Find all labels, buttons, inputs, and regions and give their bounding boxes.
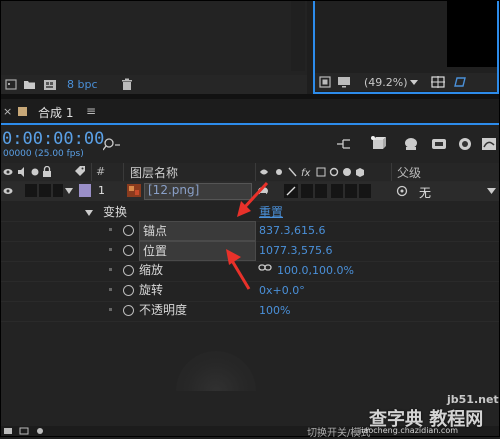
prop-dot-0 (109, 228, 112, 231)
position-value[interactable]: 1077.3,575.6 (259, 242, 332, 260)
layer-number: 1 (98, 184, 105, 197)
layer-3d-switch[interactable] (359, 184, 371, 198)
parent-value[interactable]: 无 (419, 184, 431, 201)
frame-blending-icon[interactable] (431, 136, 447, 152)
composition-label-swatch (18, 107, 27, 116)
column-layer-name[interactable]: 图层名称 (130, 164, 178, 181)
timeline-panel: × 合成 1 ≡ 0:00:00:00 00000 (25.00 fps) # … (1, 99, 499, 439)
snapshot-icon[interactable] (319, 76, 331, 88)
trash-icon[interactable] (121, 78, 133, 91)
zoom-level[interactable]: (49.2%) (364, 76, 408, 89)
bottom-icon-2[interactable] (19, 427, 29, 435)
scale-value[interactable]: 100.0,100.0% (277, 262, 354, 280)
layer-name[interactable]: [12.png] (148, 183, 199, 197)
opacity-label[interactable]: 不透明度 (139, 301, 187, 319)
viewer-panel: (49.2%) (313, 1, 499, 94)
tab-active-underline (1, 123, 499, 125)
opacity-stopwatch-icon[interactable] (123, 305, 134, 316)
annotation-arrow-to-anchor (237, 181, 269, 217)
zoom-dropdown-icon[interactable] (410, 78, 418, 86)
header-video-eye-icon[interactable] (3, 167, 13, 177)
header-label-tag-icon[interactable] (74, 166, 86, 177)
layer-solo-switch[interactable] (39, 184, 51, 197)
project-panel-scroll-area (291, 1, 305, 71)
composition-flowchart-icon[interactable] (335, 137, 353, 151)
layer-expand-chevron-icon[interactable] (65, 187, 73, 195)
viewer-active-border-right (497, 1, 499, 94)
timecode-fps: 00000 (25.00 fps) (3, 149, 84, 159)
layer-motionblur-switch[interactable] (331, 184, 343, 198)
anchor-stopwatch-icon[interactable] (123, 225, 134, 236)
column-parent[interactable]: 父级 (397, 164, 421, 181)
header-solo-icon[interactable] (30, 167, 40, 177)
layer-image-thumb-icon (127, 184, 141, 197)
header-col-divider-2 (123, 163, 124, 181)
annotation-arrow-to-position (226, 249, 251, 290)
layer-fx-switch[interactable] (301, 184, 313, 198)
project-panel-footer: 8 bpc (1, 75, 307, 94)
parent-pickwhip-icon[interactable] (396, 185, 408, 197)
prop-dot-1 (109, 248, 112, 251)
column-hash: # (96, 165, 106, 178)
current-timecode[interactable]: 0:00:00:00 (2, 129, 104, 149)
prop-dot-2 (109, 268, 112, 271)
layer-label-color[interactable] (79, 184, 91, 197)
prop-dot-4 (109, 308, 112, 311)
bottom-icon-3[interactable] (35, 427, 45, 435)
viewer-footer: (49.2%) (315, 73, 497, 91)
search-icon[interactable] (103, 137, 121, 151)
motion-blur-icon[interactable] (457, 136, 473, 152)
prop-row-line-4 (1, 301, 499, 302)
mask-visibility-icon[interactable] (453, 76, 467, 88)
header-lock-icon[interactable] (42, 166, 52, 177)
layer-audio-switch[interactable] (25, 184, 37, 197)
transform-expand-chevron-icon[interactable] (85, 209, 93, 217)
tab-menu-icon[interactable]: ≡ (86, 104, 96, 118)
timeline-tab-bar: × 合成 1 ≡ (1, 99, 499, 125)
close-tab-icon[interactable]: × (3, 105, 12, 118)
ghost-image (176, 351, 256, 391)
position-stopwatch-icon[interactable] (123, 245, 134, 256)
shy-layers-icon[interactable] (403, 136, 419, 152)
scale-stopwatch-icon[interactable] (123, 265, 134, 276)
layer-video-eye-icon[interactable] (3, 186, 13, 196)
anchor-point-value[interactable]: 837.3,615.6 (259, 222, 325, 240)
svg-text:fx: fx (301, 168, 311, 178)
app-window: 8 bpc (49.2%) × 合成 1 ≡ 0:00:00:00 00000 … (0, 0, 500, 439)
layer-frameblend-switch[interactable] (315, 184, 327, 198)
graph-editor-icon[interactable] (481, 136, 497, 152)
bottom-icon-1[interactable] (3, 427, 13, 435)
prop-dot-3 (109, 288, 112, 291)
layer-lock-switch[interactable] (53, 184, 63, 197)
anchor-point-label[interactable]: 锚点 (139, 221, 256, 241)
folder-icon[interactable] (23, 79, 36, 90)
bpc-label[interactable]: 8 bpc (67, 78, 98, 91)
rotation-stopwatch-icon[interactable] (123, 285, 134, 296)
header-col-divider-3 (255, 163, 256, 181)
safe-zones-icon[interactable] (431, 76, 445, 88)
header-col-divider-4 (391, 163, 392, 181)
header-audio-icon[interactable] (17, 167, 27, 177)
opacity-value[interactable]: 100% (259, 302, 290, 320)
scale-label[interactable]: 缩放 (139, 261, 163, 279)
parent-dropdown-icon[interactable] (487, 188, 496, 195)
transform-label[interactable]: 变换 (103, 203, 127, 220)
draft-3d-icon[interactable] (369, 134, 387, 152)
layer-quality-switch[interactable] (284, 184, 298, 198)
rotation-label[interactable]: 旋转 (139, 281, 163, 299)
rotation-value[interactable]: 0x+0.0° (259, 282, 305, 300)
viewer-canvas[interactable] (447, 1, 497, 67)
header-col-divider-1 (91, 163, 92, 181)
header-switches-icons: fx (259, 166, 375, 178)
interpret-footage-icon[interactable] (5, 79, 17, 90)
project-panel: 8 bpc (1, 1, 307, 94)
prop-row-line-5 (1, 321, 499, 322)
layer-adjustment-switch[interactable] (345, 184, 357, 198)
composition-tab-label[interactable]: 合成 1 (38, 104, 73, 121)
watermark-url: jiaocheng.chazidian.com (359, 426, 459, 435)
new-composition-icon[interactable] (43, 78, 57, 91)
monitor-icon[interactable] (337, 76, 351, 88)
